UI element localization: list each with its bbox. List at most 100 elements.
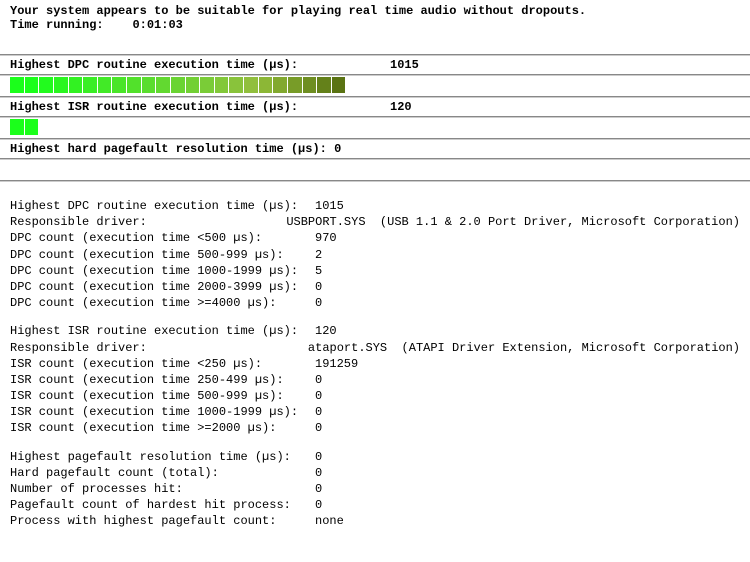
progress-cell [478, 77, 492, 93]
progress-cell [654, 161, 668, 177]
progress-cell [259, 161, 273, 177]
dpc-progress-bar [0, 76, 750, 96]
progress-cell [683, 161, 697, 177]
isr-label: ISR count (execution time >=2000 µs): [10, 420, 315, 436]
dpc-details: Highest DPC routine execution time (µs):… [10, 198, 740, 311]
progress-cell [332, 119, 346, 135]
progress-cell [639, 119, 653, 135]
progress-cell [39, 119, 53, 135]
pagefault-value: 0 [315, 449, 740, 465]
isr-value: 120 [315, 323, 740, 339]
dpc-row: DPC count (execution time >=4000 µs):0 [10, 295, 740, 311]
progress-cell [288, 161, 302, 177]
isr-row: ISR count (execution time 500-999 µs):0 [10, 388, 740, 404]
time-running-value: 0:01:03 [132, 18, 182, 32]
details-section: Highest DPC routine execution time (µs):… [0, 182, 750, 540]
progress-cell [668, 161, 682, 177]
progress-cell [361, 77, 375, 93]
progress-cell [566, 119, 580, 135]
isr-header: Highest ISR routine execution time (µs):… [0, 98, 750, 116]
progress-cell [25, 119, 39, 135]
progress-cell [156, 77, 170, 93]
progress-cell [127, 119, 141, 135]
progress-cell [244, 77, 258, 93]
progress-cell [215, 77, 229, 93]
progress-cell [580, 77, 594, 93]
progress-cell [522, 119, 536, 135]
progress-cell [537, 77, 551, 93]
progress-cell [25, 77, 39, 93]
progress-cell [361, 119, 375, 135]
dpc-label: DPC count (execution time >=4000 µs): [10, 295, 315, 311]
isr-value: 0 [315, 388, 740, 404]
dpc-header: Highest DPC routine execution time (µs):… [0, 56, 750, 74]
isr-label: ISR count (execution time 250-499 µs): [10, 372, 315, 388]
progress-cell [142, 119, 156, 135]
progress-cell [127, 161, 141, 177]
progress-cell [171, 77, 185, 93]
progress-cell [537, 161, 551, 177]
progress-cell [142, 77, 156, 93]
isr-value: 191259 [315, 356, 740, 372]
progress-cell [624, 119, 638, 135]
progress-cell [317, 119, 331, 135]
dpc-label: DPC count (execution time <500 µs): [10, 230, 315, 246]
dpc-value: 0 [315, 295, 740, 311]
progress-cell [390, 161, 404, 177]
isr-row: ISR count (execution time >=2000 µs):0 [10, 420, 740, 436]
progress-cell [54, 161, 68, 177]
isr-row: ISR count (execution time 250-499 µs):0 [10, 372, 740, 388]
progress-cell [405, 119, 419, 135]
dpc-value: 2 [315, 247, 740, 263]
progress-cell [288, 77, 302, 93]
progress-cell [493, 119, 507, 135]
pagefault-header-label: Highest hard pagefault resolution time (… [10, 142, 327, 156]
pagefault-label: Pagefault count of hardest hit process: [10, 497, 315, 513]
progress-cell [10, 77, 24, 93]
progress-cell [493, 161, 507, 177]
progress-cell [215, 119, 229, 135]
progress-cell [244, 161, 258, 177]
pagefault-header: Highest hard pagefault resolution time (… [0, 140, 750, 158]
progress-cell [273, 77, 287, 93]
progress-cell [244, 119, 258, 135]
time-running-label: Time running: [10, 18, 104, 32]
progress-cell [200, 77, 214, 93]
progress-cell [595, 119, 609, 135]
progress-cell [463, 119, 477, 135]
progress-cell [273, 119, 287, 135]
progress-cell [551, 161, 565, 177]
progress-cell [580, 119, 594, 135]
pagefault-details: Highest pagefault resolution time (µs):0… [10, 449, 740, 530]
progress-cell [229, 119, 243, 135]
dpc-value: 0 [315, 279, 740, 295]
pagefault-progress-bar [0, 160, 750, 180]
progress-cell [83, 119, 97, 135]
progress-cell [639, 77, 653, 93]
progress-cell [54, 119, 68, 135]
progress-cell [610, 119, 624, 135]
pagefault-value: none [315, 513, 740, 529]
progress-cell [727, 119, 741, 135]
progress-cell [624, 161, 638, 177]
progress-cell [493, 77, 507, 93]
progress-cell [83, 77, 97, 93]
isr-value: ataport.SYS (ATAPI Driver Extension, Mic… [308, 340, 740, 356]
progress-cell [624, 77, 638, 93]
dpc-header-value: 1015 [390, 58, 419, 72]
progress-cell [259, 77, 273, 93]
progress-cell [69, 119, 83, 135]
progress-cell [697, 119, 711, 135]
progress-cell [200, 161, 214, 177]
progress-cell [390, 119, 404, 135]
pagefault-value: 0 [315, 465, 740, 481]
isr-row: Highest ISR routine execution time (µs):… [10, 323, 740, 339]
progress-cell [332, 77, 346, 93]
progress-cell [712, 119, 726, 135]
progress-cell [98, 77, 112, 93]
status-section: Your system appears to be suitable for p… [0, 0, 750, 38]
progress-cell [259, 119, 273, 135]
isr-details: Highest ISR routine execution time (µs):… [10, 323, 740, 436]
progress-cell [142, 161, 156, 177]
progress-cell [405, 77, 419, 93]
